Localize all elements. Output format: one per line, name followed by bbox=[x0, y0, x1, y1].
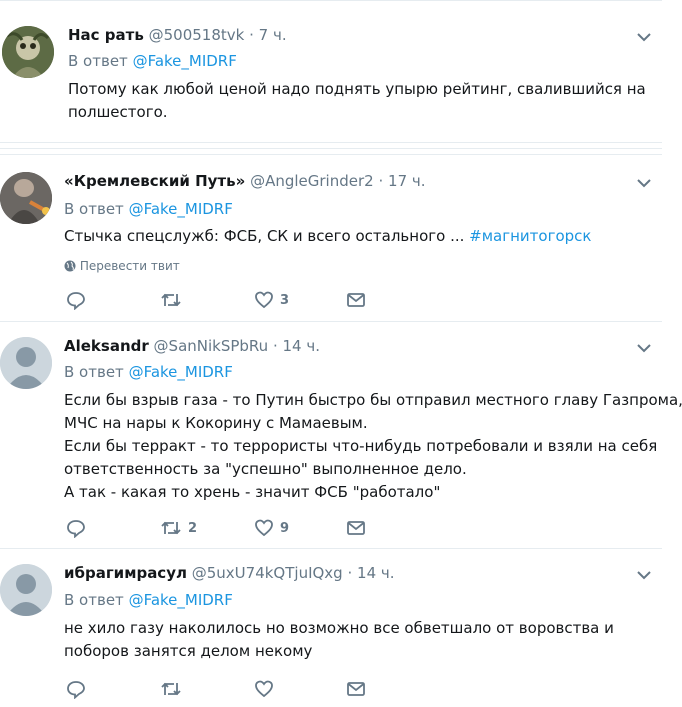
tweet-text: Потому как любой ценой надо поднять упыр… bbox=[68, 78, 646, 124]
default-avatar-icon bbox=[0, 337, 52, 389]
avatar[interactable] bbox=[0, 564, 52, 616]
chevron-down-icon[interactable] bbox=[637, 178, 651, 188]
chevron-down-icon[interactable] bbox=[637, 32, 651, 42]
display-name[interactable]: ибрагимрасул bbox=[64, 564, 187, 582]
user-handle[interactable]: @AngleGrinder2 bbox=[250, 172, 374, 190]
tweet-text-line: поборов занятся делом некому bbox=[64, 642, 313, 660]
tweet-actions: 3 bbox=[66, 288, 386, 312]
reply-context: В ответ @Fake_MIDRF bbox=[64, 199, 233, 219]
tweet-header: «Кремлевский Путь» @AngleGrinder2 · 17 ч… bbox=[64, 171, 426, 191]
display-name[interactable]: Aleksandr bbox=[64, 337, 149, 355]
tweet-text-line: не хило газу наколилось но возможно все … bbox=[64, 619, 614, 637]
tweet-header: ибрагимрасул @5uxU74kQTjuIQxg · 14 ч. bbox=[64, 563, 395, 583]
tweet-text: Стычка спецслужб: ФСБ, СК и всего осталь… bbox=[64, 225, 624, 248]
tweet-4[interactable]: ибрагимрасул @5uxU74kQTjuIQxg · 14 ч. В … bbox=[0, 549, 662, 707]
reply-to-link[interactable]: @Fake_MIDRF bbox=[129, 591, 233, 609]
tweet-text-line: Потому как любой ценой надо поднять упыр… bbox=[68, 80, 646, 98]
reply-to-link[interactable]: @Fake_MIDRF bbox=[129, 200, 233, 218]
tweet-text: не хило газу наколилось но возможно все … bbox=[64, 617, 624, 663]
retweet-icon bbox=[161, 682, 181, 696]
retweet-button[interactable] bbox=[160, 677, 188, 701]
reply-context: В ответ @Fake_MIDRF bbox=[64, 590, 233, 610]
tweet-text-line: МЧС на нары к Кокорину с Мамаевым. bbox=[64, 414, 368, 432]
avatar-image bbox=[0, 172, 52, 224]
direct-message-button[interactable] bbox=[346, 516, 366, 540]
tweet-text-line: полшестого. bbox=[68, 103, 168, 121]
reply-prefix: В ответ bbox=[64, 200, 124, 218]
reply-icon bbox=[67, 292, 85, 310]
tweet-text: Если бы взрыв газа - то Путин быстро бы … bbox=[64, 389, 682, 504]
envelope-icon bbox=[347, 293, 365, 307]
display-name[interactable]: «Кремлевский Путь» bbox=[64, 172, 245, 190]
avatar[interactable] bbox=[0, 337, 52, 389]
retweet-button[interactable] bbox=[160, 288, 188, 312]
like-button[interactable] bbox=[254, 677, 280, 701]
reply-button[interactable] bbox=[66, 288, 92, 312]
like-count: 3 bbox=[280, 292, 290, 308]
user-handle[interactable]: @SanNikSPbRu bbox=[154, 337, 269, 355]
envelope-icon bbox=[347, 682, 365, 696]
retweet-icon bbox=[161, 521, 181, 535]
retweet-count: 2 bbox=[188, 520, 198, 536]
user-handle[interactable]: @500518tvk bbox=[149, 26, 245, 44]
timestamp[interactable]: · 17 ч. bbox=[378, 172, 425, 190]
reply-button[interactable] bbox=[66, 516, 92, 540]
tweet-text-line: Если бы терракт - то террористы что-нибу… bbox=[64, 437, 658, 455]
reply-context: В ответ @Fake_MIDRF bbox=[64, 362, 233, 382]
heart-icon bbox=[255, 519, 273, 537]
tweet-text-line: ответственность за "успешно" выполненное… bbox=[64, 460, 467, 478]
display-name[interactable]: Нас рать bbox=[68, 26, 144, 44]
timestamp[interactable]: · 14 ч. bbox=[347, 564, 394, 582]
reply-to-link[interactable]: @Fake_MIDRF bbox=[129, 363, 233, 381]
avatar[interactable] bbox=[2, 26, 54, 78]
heart-icon bbox=[255, 291, 273, 309]
tweet-text-line: Если бы взрыв газа - то Путин быстро бы … bbox=[64, 391, 682, 409]
chevron-down-icon[interactable] bbox=[637, 343, 651, 353]
tweet-1[interactable]: Нас рать @500518tvk · 7 ч. В ответ @Fake… bbox=[0, 0, 662, 143]
globe-icon bbox=[64, 260, 76, 272]
tweet-text-line: А так - какая то хрень - значит ФСБ "раб… bbox=[64, 483, 441, 501]
hashtag-link[interactable]: #магнитогорск bbox=[469, 227, 591, 245]
tweet-actions bbox=[66, 677, 386, 701]
translate-tweet-button[interactable]: Перевести твит bbox=[64, 258, 180, 274]
reply-to-link[interactable]: @Fake_MIDRF bbox=[133, 52, 237, 70]
like-count: 9 bbox=[280, 520, 290, 536]
tweet-2[interactable]: «Кремлевский Путь» @AngleGrinder2 · 17 ч… bbox=[0, 155, 662, 322]
retweet-icon bbox=[161, 293, 181, 307]
reply-prefix: В ответ bbox=[64, 591, 124, 609]
heart-icon bbox=[255, 680, 273, 698]
tweet-header: Нас рать @500518tvk · 7 ч. bbox=[68, 25, 287, 45]
tweet-header: Aleksandr @SanNikSPbRu · 14 ч. bbox=[64, 336, 320, 356]
envelope-icon bbox=[347, 521, 365, 535]
reply-prefix: В ответ bbox=[64, 363, 124, 381]
reply-button[interactable] bbox=[66, 677, 92, 701]
tweet-actions: 2 9 bbox=[66, 516, 386, 540]
like-button[interactable]: 3 bbox=[254, 288, 289, 312]
user-handle[interactable]: @5uxU74kQTjuIQxg bbox=[192, 564, 343, 582]
retweet-button[interactable]: 2 bbox=[160, 516, 197, 540]
like-button[interactable]: 9 bbox=[254, 516, 289, 540]
direct-message-button[interactable] bbox=[346, 677, 366, 701]
tweet-3[interactable]: Aleksandr @SanNikSPbRu · 14 ч. В ответ @… bbox=[0, 322, 682, 549]
avatar[interactable] bbox=[0, 172, 52, 224]
reply-icon bbox=[67, 681, 85, 699]
reply-context: В ответ @Fake_MIDRF bbox=[68, 51, 237, 71]
timestamp[interactable]: · 14 ч. bbox=[273, 337, 320, 355]
avatar-image bbox=[2, 26, 54, 78]
direct-message-button[interactable] bbox=[346, 288, 366, 312]
chevron-down-icon[interactable] bbox=[637, 570, 651, 580]
translate-label: Перевести твит bbox=[79, 259, 180, 273]
tweet-text-main: Стычка спецслужб: ФСБ, СК и всего осталь… bbox=[64, 227, 470, 245]
timestamp[interactable]: · 7 ч. bbox=[249, 26, 286, 44]
reply-icon bbox=[67, 520, 85, 538]
default-avatar-icon bbox=[0, 564, 52, 616]
reply-prefix: В ответ bbox=[68, 52, 128, 70]
